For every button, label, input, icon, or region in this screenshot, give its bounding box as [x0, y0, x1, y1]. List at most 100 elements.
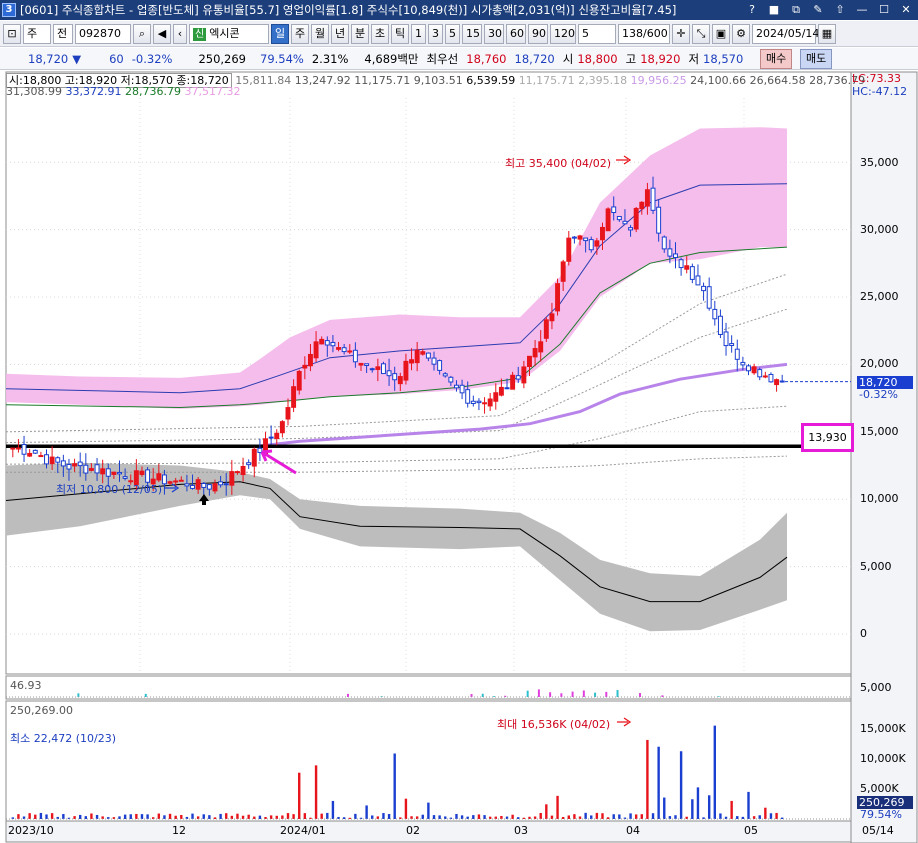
- ma-value-g: 2,395.18: [578, 74, 628, 87]
- candle-body: [27, 452, 33, 457]
- candle-body: [611, 206, 617, 214]
- volume-bar: [460, 815, 464, 819]
- volume-bar: [427, 802, 430, 819]
- sub-indicator-bar: [638, 693, 641, 697]
- candle-body: [94, 464, 100, 474]
- candle-body: [268, 436, 274, 439]
- volume-bar: [326, 812, 329, 819]
- candle-body: [212, 483, 218, 492]
- candle-body: [628, 227, 634, 231]
- candle-body: [44, 454, 49, 465]
- volume-bar: [438, 815, 441, 819]
- sub-indicator-bar: [571, 691, 574, 697]
- candle-body: [425, 352, 431, 359]
- candle-body: [38, 455, 44, 458]
- current-pct-tag: -0.32%: [859, 388, 898, 401]
- volume-bar: [365, 805, 368, 819]
- price-tick-10000: 10,000: [860, 492, 899, 505]
- candle-body: [72, 463, 78, 467]
- price-tick-35000: 35,000: [860, 156, 899, 169]
- volume-bar: [354, 813, 357, 819]
- candle-body: [454, 384, 459, 389]
- price-chart[interactable]: [0, 0, 918, 843]
- candle-body: [470, 400, 476, 404]
- candle-body: [336, 347, 341, 350]
- volume-bar: [342, 817, 346, 819]
- candle-body: [751, 366, 757, 374]
- legend-row-2: 31,308.99 33,372.91 28,736.79 37,517.32: [6, 85, 240, 98]
- candle-body: [358, 362, 364, 366]
- volume-bar: [741, 816, 745, 819]
- ma-value-a: 15,811.84: [235, 74, 292, 87]
- candle-body: [437, 360, 443, 371]
- candle-body: [285, 407, 291, 420]
- x-tick-2023-10: 2023/10: [8, 824, 54, 837]
- candle-body: [274, 432, 280, 439]
- candle-body: [656, 206, 662, 234]
- ma-value-l: 31,308.99: [6, 85, 62, 98]
- volume-bar: [511, 814, 514, 819]
- candle-body: [678, 259, 684, 269]
- candle-body: [100, 468, 106, 475]
- volume-max-annotation: 최대 16,536K (04/02): [497, 718, 611, 731]
- candle-body: [774, 379, 780, 386]
- candle-body: [644, 189, 650, 207]
- volume-bar: [573, 814, 576, 819]
- volume-bar: [477, 814, 481, 819]
- sub-indicator-bar: [594, 692, 597, 697]
- candle-body: [633, 207, 639, 230]
- candle-body: [616, 215, 622, 221]
- candle-body: [229, 471, 235, 486]
- ma-value-m: 33,372.91: [65, 85, 122, 98]
- candle-body: [291, 386, 297, 408]
- volume-bar: [679, 751, 683, 819]
- candle-body: [10, 447, 16, 450]
- sub-indicator-bar: [582, 690, 585, 697]
- candle-body: [66, 463, 72, 470]
- volume-bar: [180, 814, 183, 819]
- volume-bar: [691, 799, 694, 819]
- candle-body: [156, 473, 162, 481]
- volume-bar: [556, 795, 559, 819]
- candle-body: [403, 360, 409, 381]
- candle-body: [375, 366, 381, 370]
- sub-panel-label: 46.93: [10, 679, 42, 692]
- candle-body: [442, 373, 448, 377]
- x-tick-05: 05: [744, 824, 758, 837]
- volume-bar: [472, 815, 475, 819]
- candle-body: [167, 481, 173, 484]
- candle-body: [234, 471, 240, 474]
- volume-bar: [202, 814, 205, 819]
- candle-body: [487, 398, 493, 407]
- volume-bar: [314, 765, 318, 819]
- volume-bar: [219, 813, 222, 819]
- candle-body: [218, 481, 224, 486]
- candle-body: [448, 376, 454, 383]
- volume-bar: [191, 813, 194, 819]
- candle-body: [459, 384, 465, 394]
- candle-body: [88, 468, 94, 471]
- volume-bar: [584, 812, 587, 819]
- sub-indicator-bar: [605, 691, 608, 697]
- candle-body: [706, 286, 712, 309]
- candle-body: [330, 341, 336, 347]
- candle-body: [178, 479, 184, 482]
- candle-body: [515, 375, 521, 380]
- candle-body: [650, 187, 656, 211]
- sub-indicator-bar: [549, 692, 552, 697]
- volume-bar: [298, 772, 301, 819]
- candle-body: [717, 315, 723, 335]
- candle-body: [723, 331, 729, 347]
- volume-bar: [640, 814, 643, 819]
- candle-body: [347, 350, 353, 353]
- volume-min-annotation: 최소 22,472 (10/23): [10, 732, 117, 745]
- volume-bar: [163, 815, 166, 819]
- volume-bar: [696, 787, 700, 819]
- candle-body: [521, 366, 527, 384]
- candle-body: [510, 374, 516, 390]
- candle-body: [201, 482, 207, 488]
- x-axis-panel: [5, 820, 852, 843]
- candle-body: [543, 319, 549, 339]
- x-tick-2024-01: 2024/01: [280, 824, 326, 837]
- volume-bar: [567, 815, 570, 819]
